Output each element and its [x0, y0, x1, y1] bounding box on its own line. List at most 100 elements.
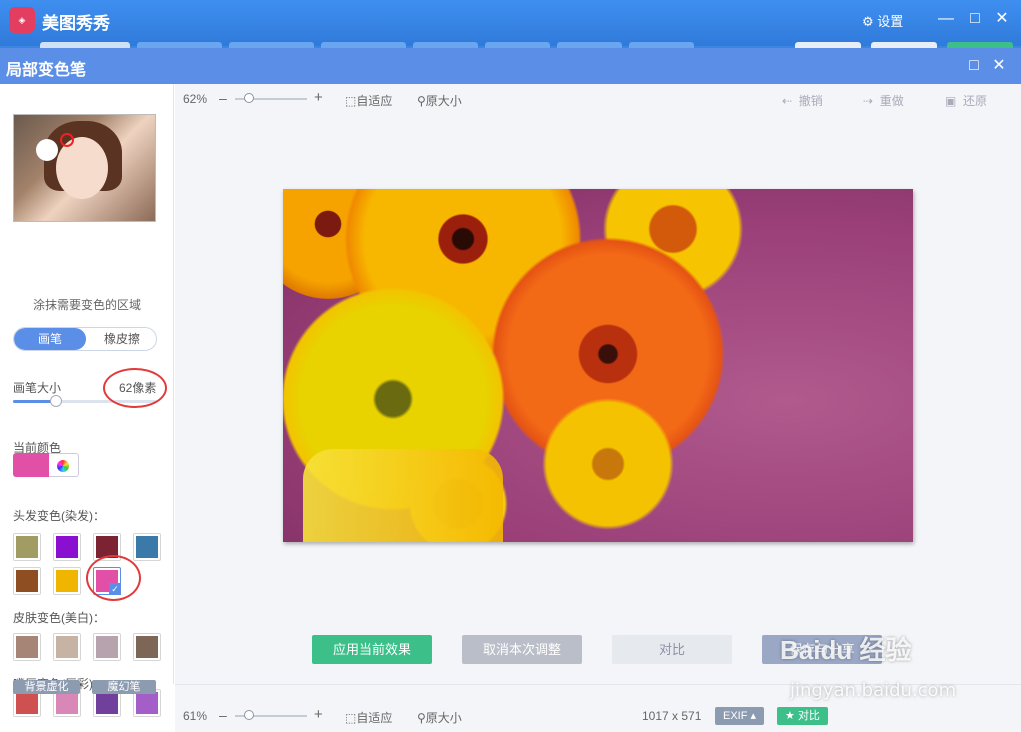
app-logo: ◈: [9, 7, 35, 33]
caret-up-icon: ▴: [750, 710, 757, 722]
skin-color-label: 皮肤变色(美白)：: [13, 611, 105, 625]
watermark-url: jingyan.baidu.com: [790, 680, 957, 701]
color-swatch[interactable]: [53, 567, 81, 595]
canvas-toolbar: 62% – + ⬚自适应 ⚲原大小 ⇠ 撤销 ⇢ 重做 ▣ 还原: [175, 84, 1021, 114]
swatch-fill: [16, 692, 38, 714]
exif-button[interactable]: EXIF ▴: [715, 707, 765, 725]
color-swatch[interactable]: [53, 533, 81, 561]
status-zoom-handle[interactable]: [244, 710, 255, 720]
watermark-brand: Baidu 经验: [780, 635, 912, 665]
image-icon: ▣: [945, 94, 957, 108]
restore-button[interactable]: ▣ 还原: [945, 92, 987, 109]
edited-photo[interactable]: [283, 189, 913, 542]
flower-shape: [533, 389, 683, 539]
cancel-adjustment-button[interactable]: 取消本次调整: [462, 635, 582, 664]
brush-size-handle[interactable]: [50, 395, 63, 407]
original-size-button[interactable]: ⚲原大小: [417, 92, 462, 109]
image-dimensions: 1017 x 571: [642, 709, 702, 723]
swatch-fill: [16, 570, 38, 592]
instruction-text: 涂抹需要变色的区域: [32, 298, 141, 312]
thumbnail-flower: [36, 139, 58, 161]
status-fit-label: 自适应: [356, 711, 393, 725]
zoom-slider-handle[interactable]: [244, 93, 255, 103]
zoom-slider[interactable]: [235, 93, 307, 103]
color-wheel-button[interactable]: [49, 453, 79, 477]
status-zoom-out-icon[interactable]: –: [219, 707, 227, 723]
hair-color-label: 头发变色(染发)：: [13, 509, 105, 523]
exif-label: EXIF: [723, 710, 748, 722]
original-size-label: 原大小: [425, 94, 462, 108]
fit-icon: ⬚: [345, 94, 357, 108]
fit-button[interactable]: ⬚自适应: [345, 92, 392, 109]
settings-label: 设置: [877, 14, 904, 29]
color-swatch[interactable]: [133, 533, 161, 561]
brush-size-label: 画笔大小: [13, 381, 62, 395]
title-bar: ◈ 美图秀秀 ⚙ 设置 — □ ✕: [0, 0, 1021, 48]
maximize-icon[interactable]: □: [964, 8, 986, 30]
status-fit-button[interactable]: ⬚自适应: [345, 709, 392, 726]
tab-eraser[interactable]: 橡皮擦: [86, 328, 156, 350]
status-original-label: 原大小: [425, 711, 462, 725]
redo-arrow-icon: ⇢: [863, 94, 874, 108]
swatch-fill: [56, 570, 78, 592]
status-compare-button[interactable]: ★ 对比: [777, 707, 828, 725]
swatch-fill: [56, 636, 78, 658]
status-zoom-value: 61%: [183, 709, 208, 723]
thumbnail-marker: [60, 133, 74, 147]
minimize-icon[interactable]: —: [935, 8, 957, 30]
status-zoom-in-icon[interactable]: +: [314, 706, 323, 723]
compare-button[interactable]: 对比: [612, 635, 732, 664]
app-window: ◈ 美图秀秀 ⚙ 设置 — □ ✕ 局部变色笔 □ ✕ 涂抹需要变色的区域 画笔…: [0, 0, 1021, 732]
color-swatch[interactable]: [13, 567, 41, 595]
annotation-circle: [86, 555, 141, 601]
canvas-area: 62% – + ⬚自适应 ⚲原大小 ⇠ 撤销 ⇢ 重做 ▣ 还原 应用当前效果 …: [175, 84, 1021, 684]
app-title: 美图秀秀: [42, 14, 110, 33]
preview-thumbnail[interactable]: [13, 114, 156, 222]
undo-button[interactable]: ⇠ 撤销: [782, 92, 823, 109]
status-fit-icon: ⬚: [345, 711, 357, 725]
vase-shape: [303, 449, 503, 542]
tag-magic-brush[interactable]: 魔幻笔: [92, 680, 156, 694]
redo-button[interactable]: ⇢ 重做: [863, 92, 904, 109]
restore-label: 还原: [963, 94, 988, 108]
annotation-circle: [103, 368, 167, 408]
status-zoom-slider[interactable]: [235, 710, 307, 720]
apply-effect-button[interactable]: 应用当前效果: [312, 635, 432, 664]
tag-background-blur[interactable]: 背景虚化: [13, 680, 80, 694]
swatch-fill: [56, 692, 78, 714]
mode-switch: 画笔 橡皮擦: [13, 327, 157, 351]
dialog-maximize-icon[interactable]: □: [963, 55, 985, 77]
status-compare-label: 对比: [797, 710, 820, 722]
current-color-swatch[interactable]: [13, 453, 49, 477]
gear-icon: ⚙: [862, 14, 874, 29]
zoom-in-icon[interactable]: +: [314, 89, 323, 106]
swatch-fill: [16, 536, 38, 558]
status-magnifier-icon: ⚲: [417, 711, 426, 725]
current-color-picker[interactable]: [13, 453, 79, 477]
dialog-close-icon[interactable]: ✕: [988, 55, 1010, 77]
redo-label: 重做: [879, 94, 904, 108]
color-swatch[interactable]: [93, 633, 121, 661]
undo-arrow-icon: ⇠: [782, 94, 793, 108]
fit-label: 自适应: [356, 94, 393, 108]
swatch-fill: [136, 692, 158, 714]
color-swatch[interactable]: [13, 633, 41, 661]
close-icon[interactable]: ✕: [991, 8, 1013, 30]
undo-label: 撤销: [798, 94, 823, 108]
zoom-out-icon[interactable]: –: [219, 90, 227, 106]
settings-button[interactable]: ⚙ 设置: [862, 11, 903, 30]
color-swatch[interactable]: [133, 633, 161, 661]
color-swatch[interactable]: [13, 533, 41, 561]
color-swatch[interactable]: [53, 633, 81, 661]
swatch-fill: [96, 636, 118, 658]
color-wheel-icon: [57, 460, 69, 472]
tab-brush[interactable]: 画笔: [14, 328, 86, 350]
swatch-fill: [136, 636, 158, 658]
zoom-value: 62%: [183, 92, 208, 106]
swatch-fill: [136, 536, 158, 558]
dialog-title: 局部变色笔: [6, 62, 87, 79]
status-original-button[interactable]: ⚲原大小: [417, 709, 462, 726]
swatch-fill: [16, 636, 38, 658]
dialog-header: 局部变色笔 □ ✕: [0, 48, 1021, 84]
swatch-fill: [96, 692, 118, 714]
